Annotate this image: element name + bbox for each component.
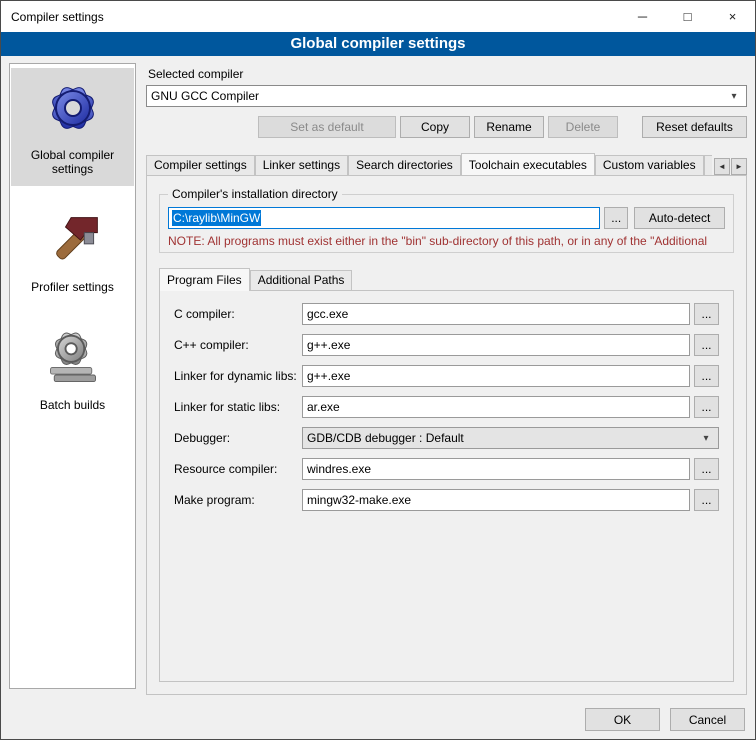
gray-gear-icon [43, 330, 103, 390]
dynamic-linker-browse-button[interactable]: ... [694, 365, 719, 387]
program-files-panel: C compiler: gcc.exe ... C++ compiler: g+… [159, 290, 734, 682]
field-row-dynamic-linker: Linker for dynamic libs: g++.exe ... [174, 365, 719, 387]
make-program-browse-button[interactable]: ... [694, 489, 719, 511]
static-linker-browse-button[interactable]: ... [694, 396, 719, 418]
delete-button: Delete [548, 116, 618, 138]
tab-search-directories[interactable]: Search directories [348, 155, 461, 175]
tab-scroll-right-button[interactable]: ► [731, 158, 747, 175]
sidebar-item-label: Profiler settings [31, 280, 114, 294]
field-value: g++.exe [307, 338, 350, 352]
compiler-buttons-row: Set as default Copy Rename Delete Reset … [146, 116, 747, 138]
resource-compiler-browse-button[interactable]: ... [694, 458, 719, 480]
field-row-resource-compiler: Resource compiler: windres.exe ... [174, 458, 719, 480]
field-row-cpp-compiler: C++ compiler: g++.exe ... [174, 334, 719, 356]
field-row-static-linker: Linker for static libs: ar.exe ... [174, 396, 719, 418]
ok-button[interactable]: OK [585, 708, 660, 731]
close-button[interactable]: × [710, 1, 755, 32]
cpp-compiler-browse-button[interactable]: ... [694, 334, 719, 356]
profiler-tool-icon [43, 212, 103, 272]
field-value: mingw32-make.exe [307, 493, 411, 507]
field-label: Resource compiler: [174, 462, 302, 476]
auto-detect-button[interactable]: Auto-detect [634, 207, 725, 229]
subtabstrip: Program Files Additional Paths [159, 267, 734, 290]
c-compiler-browse-button[interactable]: ... [694, 303, 719, 325]
field-label: C compiler: [174, 307, 302, 321]
tab-scroll-left-button[interactable]: ◄ [714, 158, 730, 175]
chevron-down-icon: ▾ [726, 91, 742, 102]
compiler-settings-dialog: Compiler settings ─ □ × Global compiler … [0, 0, 756, 740]
install-dir-row: C:\raylib\MinGW ... Auto-detect [168, 207, 725, 229]
sidebar-item-global-compiler-settings[interactable]: Global compiler settings [11, 68, 134, 186]
sidebar: Global compiler settings Profiler settin… [9, 63, 136, 689]
field-value: ar.exe [307, 400, 340, 414]
selected-compiler-label: Selected compiler [148, 67, 747, 81]
field-row-make-program: Make program: mingw32-make.exe ... [174, 489, 719, 511]
tab-build-options[interactable]: Buil [704, 155, 712, 175]
sidebar-item-batch-builds[interactable]: Batch builds [11, 322, 134, 422]
field-value: windres.exe [307, 462, 371, 476]
footer-buttons: OK Cancel [585, 708, 745, 731]
tabstrip: Compiler settings Linker settings Search… [146, 152, 747, 175]
dialog-content: Global compiler settings Profiler settin… [1, 56, 755, 739]
compiler-select[interactable]: GNU GCC Compiler ▾ [146, 85, 747, 107]
install-dir-groupbox: Compiler's installation directory C:\ray… [159, 194, 734, 253]
field-label: Make program: [174, 493, 302, 507]
make-program-input[interactable]: mingw32-make.exe [302, 489, 690, 511]
field-row-c-compiler: C compiler: gcc.exe ... [174, 303, 719, 325]
window-title: Compiler settings [11, 10, 620, 24]
tab-custom-variables[interactable]: Custom variables [595, 155, 704, 175]
sidebar-item-label: Global compiler settings [13, 148, 132, 176]
compiler-select-value: GNU GCC Compiler [151, 89, 726, 103]
sidebar-item-label: Batch builds [40, 398, 105, 412]
blue-gear-icon [41, 76, 105, 140]
tabs-scroller: Compiler settings Linker settings Search… [146, 153, 712, 175]
field-row-debugger: Debugger: GDB/CDB debugger : Default ▾ [174, 427, 719, 449]
page-title: Global compiler settings [1, 32, 755, 56]
minimize-button[interactable]: ─ [620, 1, 665, 32]
c-compiler-input[interactable]: gcc.exe [302, 303, 690, 325]
install-dir-browse-button[interactable]: ... [604, 207, 628, 229]
install-dir-group-title: Compiler's installation directory [168, 187, 342, 201]
titlebar: Compiler settings ─ □ × [1, 1, 755, 32]
field-label: Debugger: [174, 431, 302, 445]
resource-compiler-input[interactable]: windres.exe [302, 458, 690, 480]
copy-button[interactable]: Copy [400, 116, 470, 138]
subtab-additional-paths[interactable]: Additional Paths [250, 270, 353, 290]
toolchain-executables-panel: Compiler's installation directory C:\ray… [146, 175, 747, 695]
maximize-button[interactable]: □ [665, 1, 710, 32]
sidebar-item-profiler-settings[interactable]: Profiler settings [11, 204, 134, 304]
field-label: Linker for dynamic libs: [174, 369, 302, 383]
tab-scroll-arrows: ◄ ► [714, 158, 747, 175]
reset-defaults-button[interactable]: Reset defaults [642, 116, 747, 138]
dynamic-linker-input[interactable]: g++.exe [302, 365, 690, 387]
main-panel: Selected compiler GNU GCC Compiler ▾ Set… [146, 63, 747, 695]
field-label: C++ compiler: [174, 338, 302, 352]
field-label: Linker for static libs: [174, 400, 302, 414]
selected-text: C:\raylib\MinGW [172, 210, 261, 226]
cpp-compiler-input[interactable]: g++.exe [302, 334, 690, 356]
subtab-program-files[interactable]: Program Files [159, 268, 250, 291]
rename-button[interactable]: Rename [474, 116, 544, 138]
static-linker-input[interactable]: ar.exe [302, 396, 690, 418]
tab-linker-settings[interactable]: Linker settings [255, 155, 348, 175]
debugger-select[interactable]: GDB/CDB debugger : Default ▾ [302, 427, 719, 449]
cancel-button[interactable]: Cancel [670, 708, 745, 731]
chevron-down-icon: ▾ [698, 433, 714, 444]
field-value: g++.exe [307, 369, 350, 383]
tab-compiler-settings[interactable]: Compiler settings [146, 155, 255, 175]
tab-toolchain-executables[interactable]: Toolchain executables [461, 153, 595, 175]
note-text: NOTE: All programs must exist either in … [168, 234, 725, 248]
field-value: gcc.exe [307, 307, 348, 321]
debugger-select-value: GDB/CDB debugger : Default [307, 431, 698, 445]
set-as-default-button: Set as default [258, 116, 396, 138]
install-dir-input[interactable]: C:\raylib\MinGW [168, 207, 600, 229]
